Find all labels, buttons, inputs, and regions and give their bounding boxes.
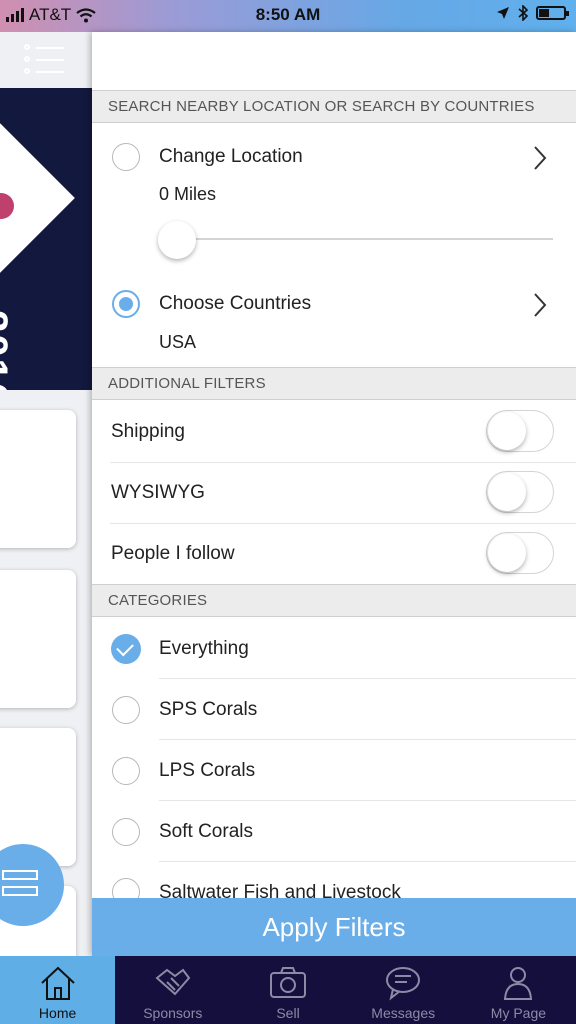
tab-messages[interactable]: Messages — [346, 956, 461, 1024]
category-label[interactable]: SPS Corals — [159, 699, 257, 721]
tab-label: Messages — [371, 1005, 436, 1021]
everything-checkbox[interactable] — [111, 634, 141, 664]
divider — [159, 800, 576, 801]
distance-value: 0 Miles — [159, 184, 217, 204]
chevron-right-icon[interactable] — [532, 145, 548, 171]
tab-label: Home — [38, 1005, 77, 1021]
shipping-toggle[interactable] — [486, 410, 554, 452]
list-menu-icon[interactable] — [24, 42, 64, 76]
tab-label: My Page — [490, 1005, 547, 1021]
page-title: Sort and Filter — [255, 45, 413, 73]
sps-corals-radio[interactable] — [112, 696, 140, 724]
event-banner[interactable]: 2016 — [0, 88, 92, 390]
tab-label: Sell — [276, 1005, 300, 1021]
divider — [159, 861, 576, 862]
shipping-label: Shipping — [111, 421, 185, 442]
divider — [159, 739, 576, 740]
tab-label: Sponsors — [143, 1005, 203, 1021]
home-icon — [40, 966, 75, 1000]
change-location-radio[interactable] — [112, 143, 140, 171]
tab-my-page[interactable]: My Page — [461, 956, 576, 1024]
tab-home[interactable]: Home — [0, 956, 116, 1024]
wysiwyg-label: WYSIWYG — [111, 482, 205, 503]
selected-country: USA — [159, 332, 197, 352]
background-page: 2016 — [0, 32, 92, 956]
camera-icon — [270, 967, 306, 998]
toggle-knob — [488, 473, 526, 511]
change-location-label[interactable]: Change Location — [159, 146, 303, 168]
sort-filter-panel: Sort and Filter SEARCH NEARBY LOCATION O… — [92, 32, 576, 956]
additional-filters-heading: ADDITIONAL FILTERS — [92, 367, 576, 400]
handshake-icon — [155, 968, 191, 996]
people-i-follow-label: People I follow — [111, 543, 235, 564]
tab-bar: Home Sponsors Sell Messages My Page — [0, 956, 576, 1024]
distance-slider-handle[interactable] — [158, 221, 196, 259]
apply-filters-button[interactable]: Apply Filters — [92, 898, 576, 956]
battery-icon — [536, 6, 569, 20]
bluetooth-icon — [518, 5, 528, 21]
tab-sponsors[interactable]: Sponsors — [115, 956, 230, 1024]
soft-corals-radio[interactable] — [112, 818, 140, 846]
choose-countries-radio[interactable] — [112, 290, 140, 318]
category-label[interactable]: LPS Corals — [159, 760, 255, 782]
divider — [110, 523, 576, 524]
person-icon — [504, 967, 533, 1000]
location-section-heading: SEARCH NEARBY LOCATION OR SEARCH BY COUN… — [92, 90, 576, 123]
toggle-knob — [488, 534, 526, 572]
choose-countries-label[interactable]: Choose Countries — [159, 293, 311, 315]
categories-heading: CATEGORIES — [92, 584, 576, 617]
lps-corals-radio[interactable] — [112, 757, 140, 785]
divider — [110, 462, 576, 463]
clock: 8:50 AM — [255, 5, 321, 24]
distance-slider-track[interactable] — [160, 238, 553, 240]
wysiwyg-toggle[interactable] — [486, 471, 554, 513]
toggle-knob — [488, 412, 526, 450]
location-arrow-icon — [497, 7, 509, 19]
status-bar: AT&T 8:50 AM — [0, 0, 576, 32]
listing-card[interactable] — [0, 570, 76, 708]
category-label[interactable]: Everything — [159, 638, 249, 660]
tab-sell[interactable]: Sell — [230, 956, 345, 1024]
divider — [159, 678, 576, 679]
people-i-follow-toggle[interactable] — [486, 532, 554, 574]
panel-header: Sort and Filter — [92, 32, 576, 90]
chat-bubble-icon — [386, 967, 421, 1001]
category-label[interactable]: Soft Corals — [159, 821, 253, 843]
listing-card[interactable] — [0, 410, 76, 548]
banner-year: 2016 — [0, 310, 15, 390]
chevron-right-icon[interactable] — [532, 292, 548, 318]
